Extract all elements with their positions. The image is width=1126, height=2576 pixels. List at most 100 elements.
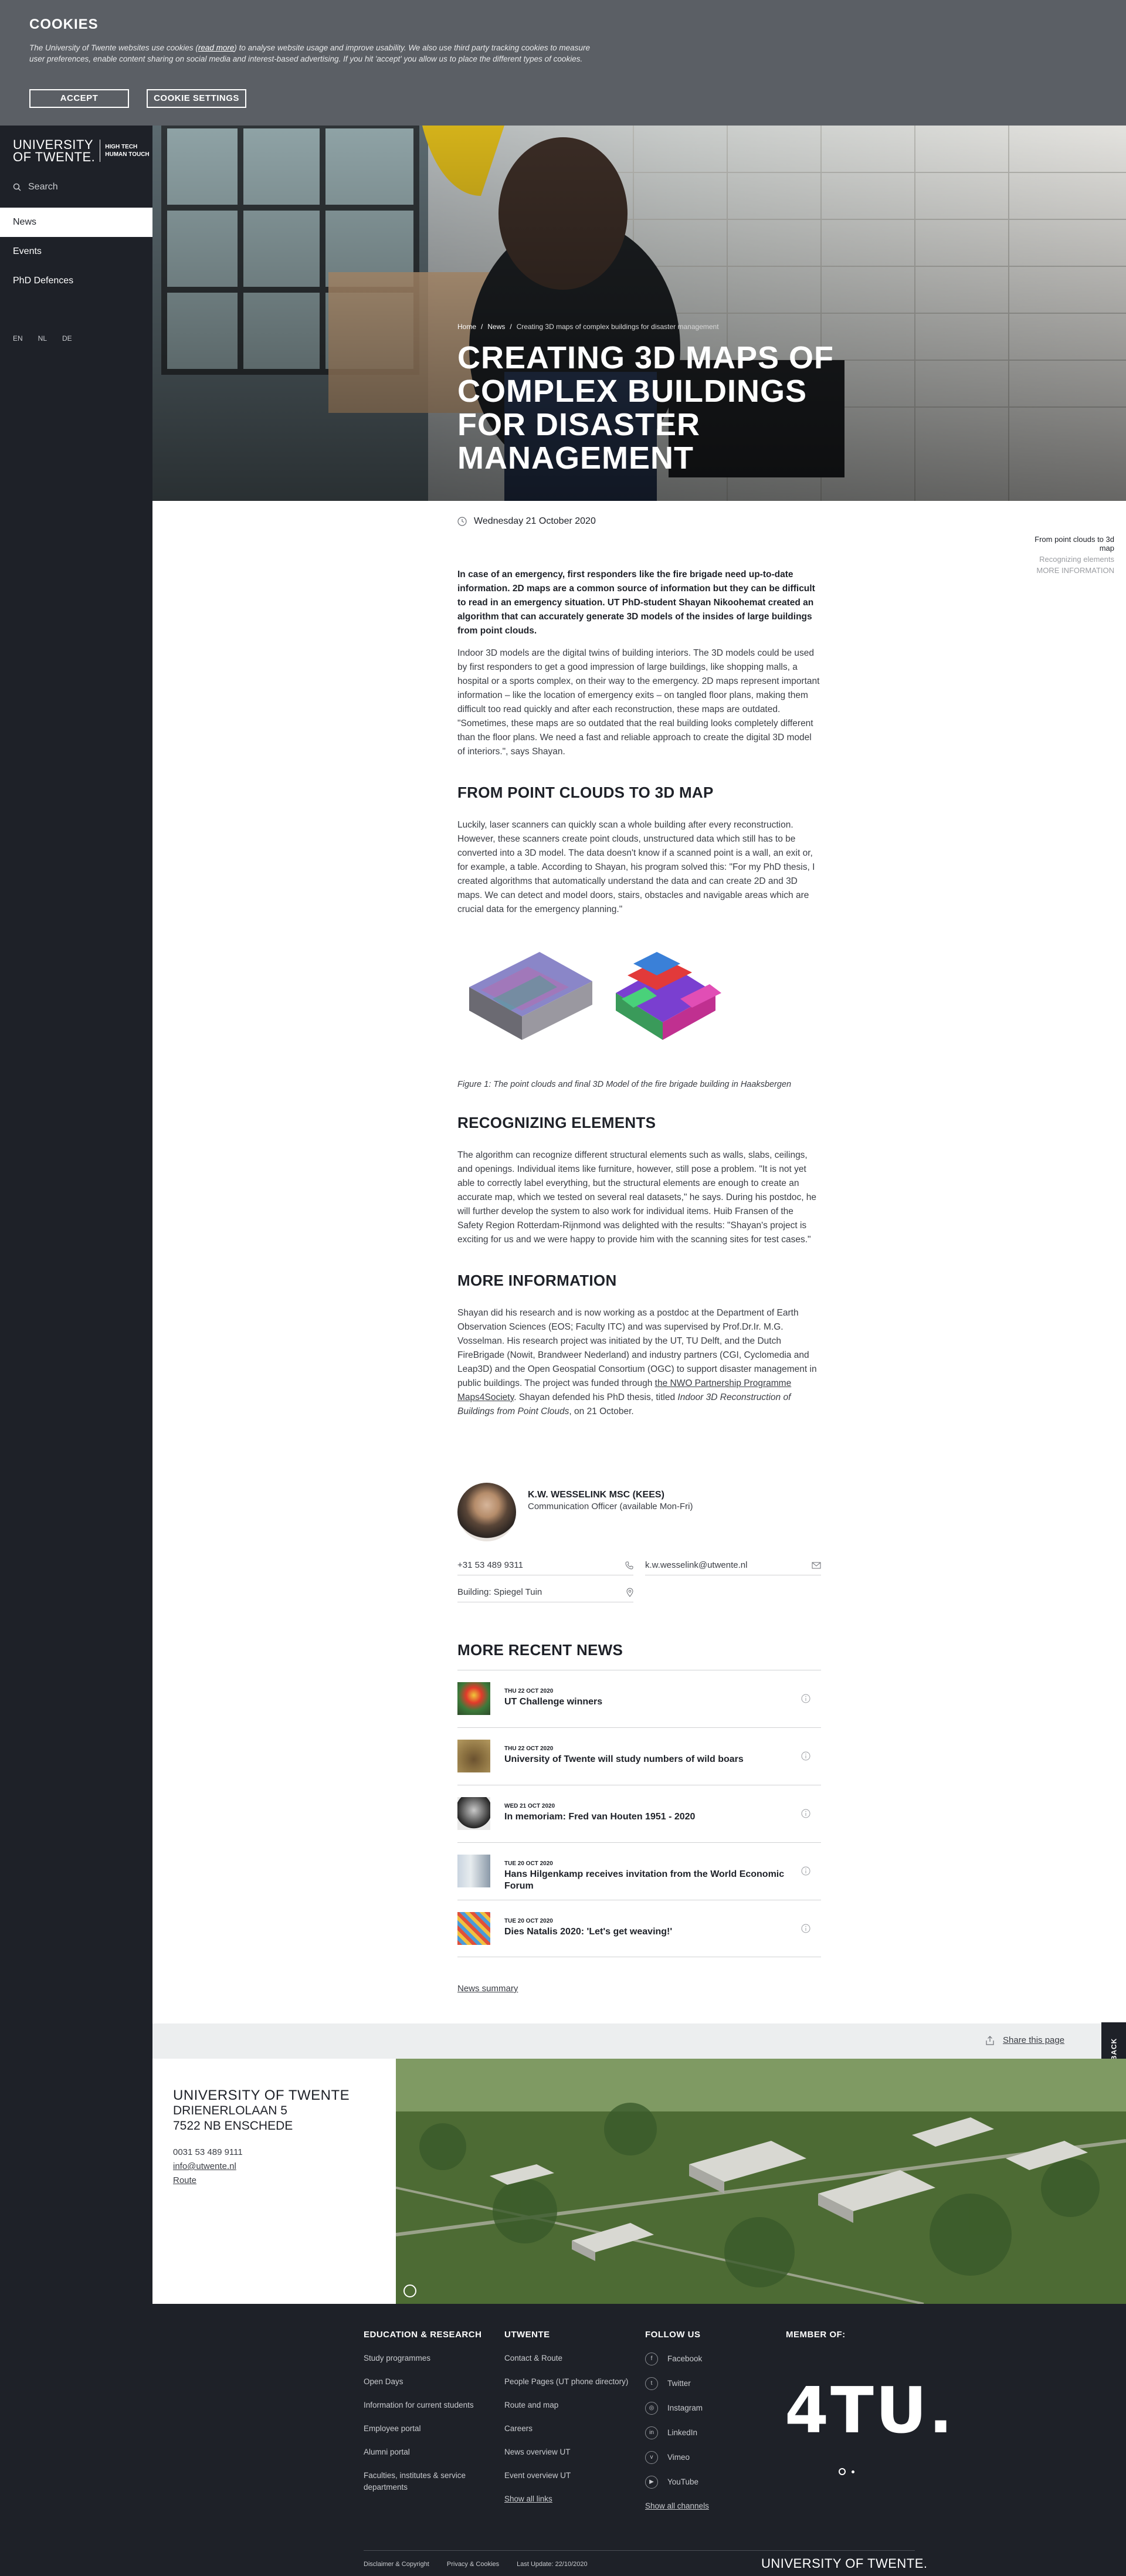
footer-show-all-channels[interactable]: Show all channels xyxy=(645,2500,774,2512)
breadcrumb-home[interactable]: Home xyxy=(457,323,476,331)
footer-link[interactable]: Information for current students xyxy=(364,2399,493,2411)
cookie-accept-button[interactable]: ACCEPT xyxy=(29,89,129,108)
recent-news-title: MORE RECENT NEWS xyxy=(457,1641,623,1659)
cookie-title: COOKIES xyxy=(29,16,99,32)
social-linkedin[interactable]: in LinkedIn xyxy=(645,2426,774,2439)
sidebar-item-events[interactable]: Events xyxy=(0,237,152,266)
article-date: Wednesday 21 October 2020 xyxy=(457,516,821,527)
hero-image: Home / News / Creating 3D maps of complex … xyxy=(152,126,1126,501)
contact-email[interactable]: k.w.wesselink@utwente.nl xyxy=(645,1555,821,1575)
section-heading-recognizing: RECOGNIZING ELEMENTS xyxy=(457,1114,656,1131)
footer-link[interactable]: Open Days xyxy=(364,2376,493,2388)
footer-divider xyxy=(364,2550,915,2551)
address-university: UNIVERSITY OF TWENTE xyxy=(173,2087,350,2103)
social-twitter[interactable]: t Twitter xyxy=(645,2377,774,2390)
contact-building[interactable]: Building: Spiegel Tuin xyxy=(457,1582,633,1602)
instagram-icon: ◎ xyxy=(645,2402,658,2415)
footer-col-education: EDUCATION & RESEARCH Study programmes Op… xyxy=(364,2330,493,2505)
mail-icon xyxy=(812,1562,821,1568)
page-title: CREATING 3D MAPS OF COMPLEX BUILDINGS FO… xyxy=(457,340,835,476)
figure-3d-model xyxy=(457,940,821,1057)
footer-link[interactable]: Contact & Route xyxy=(504,2353,633,2364)
social-instagram[interactable]: ◎ Instagram xyxy=(645,2402,774,2415)
contact-phone[interactable]: +31 53 489 9311 xyxy=(457,1555,633,1575)
toc-item-more-info[interactable]: More information xyxy=(1026,566,1114,575)
social-youtube[interactable]: ▶ YouTube xyxy=(645,2476,774,2489)
footer-col-member: MEMBER OF: xyxy=(786,2330,846,2340)
news-item[interactable]: TUE 20 OCT 2020 Dies Natalis 2020: 'Let'… xyxy=(457,1900,821,1957)
sidebar: UNIVERSITY OF TWENTE. HIGH TECH HUMAN TOUC… xyxy=(0,126,152,2304)
article-paragraph: Indoor 3D models are the digital twins o… xyxy=(457,648,820,757)
footer-link[interactable]: Route and map xyxy=(504,2399,633,2411)
article-paragraph: Luckily, laser scanners can quickly scan… xyxy=(457,820,815,914)
info-icon xyxy=(801,1694,810,1703)
address-route-link[interactable]: Route xyxy=(173,2174,396,2188)
news-item[interactable]: TUE 20 OCT 2020 Hans Hilgenkamp receives… xyxy=(457,1842,821,1900)
footer-col-follow: FOLLOW US f Facebook t Twitter ◎ Instagram … xyxy=(645,2330,774,2524)
news-item[interactable]: THU 22 OCT 2020 University of Twente wil… xyxy=(457,1727,821,1785)
privacy-link[interactable]: Privacy & Cookies xyxy=(447,2561,499,2568)
twitter-icon: t xyxy=(645,2377,658,2390)
news-thumbnail xyxy=(457,1740,490,1772)
footer-link[interactable]: Careers xyxy=(504,2423,633,2435)
figure-caption: Figure 1: The point clouds and final 3D … xyxy=(457,1080,792,1089)
toc-item-point-clouds[interactable]: From point clouds to 3d map xyxy=(1026,535,1114,553)
section-heading-point-clouds: FROM POINT CLOUDS TO 3D MAP xyxy=(457,784,714,801)
footer-link[interactable]: Faculties, institutes & service departme… xyxy=(364,2470,493,2493)
news-summary-link[interactable]: News summary xyxy=(457,1984,518,1994)
search-placeholder: Search xyxy=(28,182,58,192)
news-item[interactable]: WED 21 OCT 2020 In memoriam: Fred van Ho… xyxy=(457,1785,821,1842)
article-paragraph: Shayan did his research and is now worki… xyxy=(457,1308,817,1416)
4tu-logo[interactable]: 4TU. xyxy=(785,2374,955,2448)
share-icon xyxy=(986,2035,994,2045)
address-email-link[interactable]: info@utwente.nl xyxy=(173,2160,396,2174)
address-street: DRIENERLOLAAN 5 xyxy=(173,2104,287,2117)
section-heading-more-info: MORE INFORMATION xyxy=(457,1272,617,1289)
carousel-dot-active[interactable] xyxy=(839,2468,846,2475)
footer-link[interactable]: People Pages (UT phone directory) xyxy=(504,2376,633,2388)
sidebar-item-phd-defences[interactable]: PhD Defences xyxy=(0,266,152,296)
search-icon xyxy=(13,183,21,191)
cookie-text: The University of Twente websites use co… xyxy=(29,43,590,63)
lang-nl[interactable]: NL xyxy=(38,334,47,343)
language-switcher: EN NL DE xyxy=(13,334,87,343)
linkedin-icon: in xyxy=(645,2426,658,2439)
lang-de[interactable]: DE xyxy=(62,334,72,343)
contact-role: Communication Officer (available Mon-Fri… xyxy=(528,1501,693,1511)
location-pin-icon xyxy=(626,1588,633,1597)
info-icon xyxy=(801,1924,810,1933)
disclaimer-link[interactable]: Disclaimer & Copyright xyxy=(364,2561,429,2568)
university-logo[interactable]: UNIVERSITY OF TWENTE. HIGH TECH HUMAN TOUC… xyxy=(13,138,150,164)
social-facebook[interactable]: f Facebook xyxy=(645,2353,774,2365)
lang-en[interactable]: EN xyxy=(13,334,23,343)
facebook-icon: f xyxy=(645,2353,658,2365)
cookie-settings-button[interactable]: COOKIE SETTINGS xyxy=(147,89,246,108)
footer-link[interactable]: Study programmes xyxy=(364,2353,493,2364)
cookie-read-more-link[interactable]: read more xyxy=(198,43,235,52)
news-item[interactable]: THU 22 OCT 2020 UT Challenge winners xyxy=(457,1670,821,1727)
breadcrumb-news[interactable]: News xyxy=(487,323,505,331)
news-thumbnail xyxy=(457,1912,490,1945)
contact-name: K.W. WESSELINK MSC (KEES) xyxy=(528,1490,664,1500)
last-update: Last Update: 22/10/2020 xyxy=(517,2561,588,2568)
address-block: UNIVERSITY OF TWENTE DRIENERLOLAAN 5 752… xyxy=(152,2059,396,2304)
footer-show-all-links[interactable]: Show all links xyxy=(504,2493,633,2505)
social-vimeo[interactable]: v Vimeo xyxy=(645,2451,774,2464)
share-page-button[interactable]: Share this page xyxy=(985,2035,1064,2045)
point-cloud-figure-image xyxy=(469,952,721,1040)
search-input[interactable]: Search xyxy=(13,182,58,192)
vimeo-icon: v xyxy=(645,2451,658,2464)
toc-item-recognizing[interactable]: Recognizing elements xyxy=(1026,555,1114,564)
carousel-dot[interactable] xyxy=(852,2470,854,2473)
footer-link[interactable]: Event overview UT xyxy=(504,2470,633,2482)
footer-link[interactable]: Alumni portal xyxy=(364,2446,493,2458)
clock-icon xyxy=(457,517,467,526)
sidebar-item-news[interactable]: News xyxy=(0,208,152,237)
footer-link[interactable]: Employee portal xyxy=(364,2423,493,2435)
address-phone[interactable]: 0031 53 489 9111 xyxy=(173,2145,396,2160)
breadcrumb: Home / News / Creating 3D maps of complex … xyxy=(457,323,719,331)
footer-link[interactable]: News overview UT xyxy=(504,2446,633,2458)
share-bar: Share this page xyxy=(152,2023,1126,2059)
youtube-icon: ▶ xyxy=(645,2476,658,2489)
news-thumbnail xyxy=(457,1797,490,1830)
